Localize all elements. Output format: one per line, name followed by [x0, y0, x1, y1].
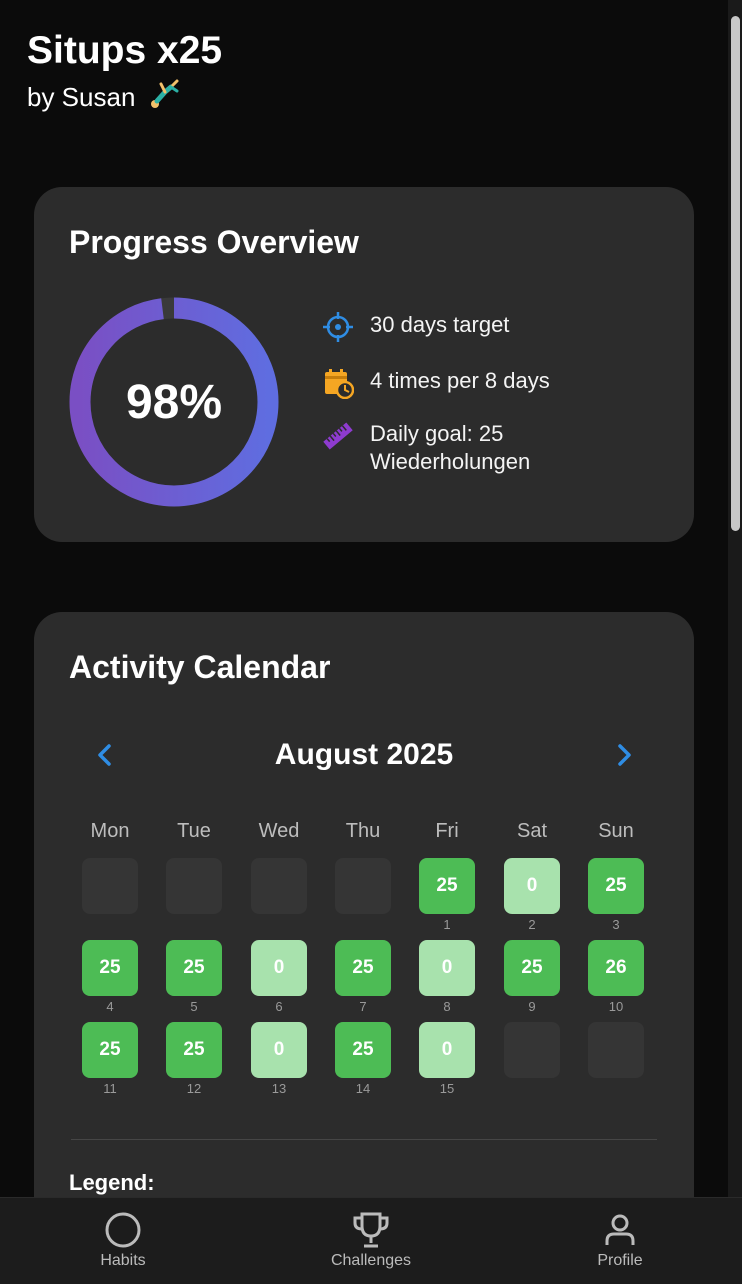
calendar-day-cell[interactable]: 0: [504, 858, 560, 914]
calendar-day-cell[interactable]: 25: [504, 940, 560, 996]
calendar-day-number: 4: [106, 999, 114, 1014]
calendar-day-cell[interactable]: 25: [82, 940, 138, 996]
scrollbar-thumb[interactable]: [731, 16, 740, 531]
calendar-day-cell[interactable]: 26: [588, 940, 644, 996]
legend-title: Legend:: [69, 1170, 155, 1195]
weekday-label: Sat: [516, 820, 548, 842]
calendar-empty-cell: [166, 858, 222, 914]
calendar-day-number: 7: [359, 999, 367, 1014]
calendar-day-cell[interactable]: 25: [166, 940, 222, 996]
weekday-label: Wed: [258, 820, 300, 842]
calendar-day-cell[interactable]: 25: [335, 940, 391, 996]
progress-overview-card: Progress Overview 98% 30 days target 4 t…: [34, 187, 694, 542]
calendar-day-cell[interactable]: 0: [419, 940, 475, 996]
author-label: by Susan: [27, 82, 136, 112]
calendar-day-number: 9: [528, 999, 536, 1014]
progress-percent: 98%: [125, 375, 223, 429]
calendar-title: Activity Calendar: [69, 649, 331, 685]
acrobat-emoji-icon: [147, 78, 181, 117]
nav-challenges-label: Challenges: [330, 1252, 412, 1269]
calendar-day-cell[interactable]: 0: [251, 940, 307, 996]
calendar-day-number: 13: [271, 1081, 287, 1096]
calendar-day-cell[interactable]: 25: [82, 1022, 138, 1078]
stat-daily-goal: Daily goal: 25 Wiederholungen: [322, 420, 580, 476]
progress-title: Progress Overview: [69, 224, 359, 260]
weekday-label: Sun: [598, 820, 634, 842]
stat-frequency: 4 times per 8 days: [322, 367, 550, 399]
divider: [71, 1139, 657, 1140]
calendar-day-number: 3: [612, 917, 620, 932]
calendar-month: August 2025: [274, 738, 454, 771]
activity-calendar-card: Activity Calendar August 2025 Mon Tue Wed T…: [34, 612, 694, 1252]
weekday-label: Tue: [177, 820, 211, 842]
nav-profile[interactable]: Profile: [540, 1210, 700, 1270]
stat-target: 30 days target: [322, 311, 509, 343]
nav-challenges[interactable]: Challenges: [291, 1210, 451, 1270]
calendar-day-number: 14: [355, 1081, 371, 1096]
weekday-label: Mon: [90, 820, 130, 842]
calendar-empty-cell: [251, 858, 307, 914]
calendar-day-number: 5: [190, 999, 198, 1014]
calendar-day-cell[interactable]: 25: [588, 858, 644, 914]
weekday-label: Thu: [345, 820, 381, 842]
page-title: Situps x25: [27, 29, 223, 72]
page-subtitle: by Susan: [27, 78, 222, 117]
nav-habits-label: Habits: [100, 1252, 146, 1269]
ruler-icon: [323, 422, 353, 450]
bottom-nav: Habits Challenges Profile: [0, 1197, 742, 1284]
calendar-day-cell[interactable]: 25: [335, 1022, 391, 1078]
nav-habits[interactable]: Habits: [43, 1210, 203, 1270]
calendar-day-number: 1: [443, 917, 451, 932]
calendar-day-cell[interactable]: 0: [251, 1022, 307, 1078]
stat-daily-goal-text: Daily goal: 25 Wiederholungen: [370, 421, 531, 474]
calendar-empty-cell: [82, 858, 138, 914]
calendar-day-number: 8: [443, 999, 451, 1014]
person-icon: [605, 1214, 635, 1245]
calendar-day-cell[interactable]: 25: [419, 858, 475, 914]
calendar-day-number: 10: [608, 999, 624, 1014]
calendar-day-cell[interactable]: 25: [166, 1022, 222, 1078]
calendar-empty-cell: [588, 1022, 644, 1078]
nav-profile-label: Profile: [597, 1252, 643, 1269]
calendar-day-number: 6: [275, 999, 283, 1014]
page-header: Situps x25 by Susan: [27, 28, 222, 117]
trophy-icon: [353, 1212, 389, 1248]
calendar-day-cell[interactable]: 0: [419, 1022, 475, 1078]
calendar-day-number: 12: [186, 1081, 202, 1096]
scrollbar[interactable]: [728, 0, 742, 1197]
stat-frequency-text: 4 times per 8 days: [370, 368, 550, 393]
calendar-clock-icon: [325, 369, 354, 399]
calendar-day-number: 15: [439, 1081, 455, 1096]
stat-target-text: 30 days target: [370, 312, 510, 337]
weekday-label: Fri: [435, 820, 459, 842]
crosshair-icon: [323, 312, 353, 342]
calendar-day-number: 11: [103, 1081, 117, 1096]
circle-icon: [105, 1212, 141, 1248]
calendar-empty-cell: [504, 1022, 560, 1078]
chevron-right-icon[interactable]: [609, 740, 639, 770]
calendar-empty-cell: [335, 858, 391, 914]
calendar-day-number: 2: [528, 917, 536, 932]
